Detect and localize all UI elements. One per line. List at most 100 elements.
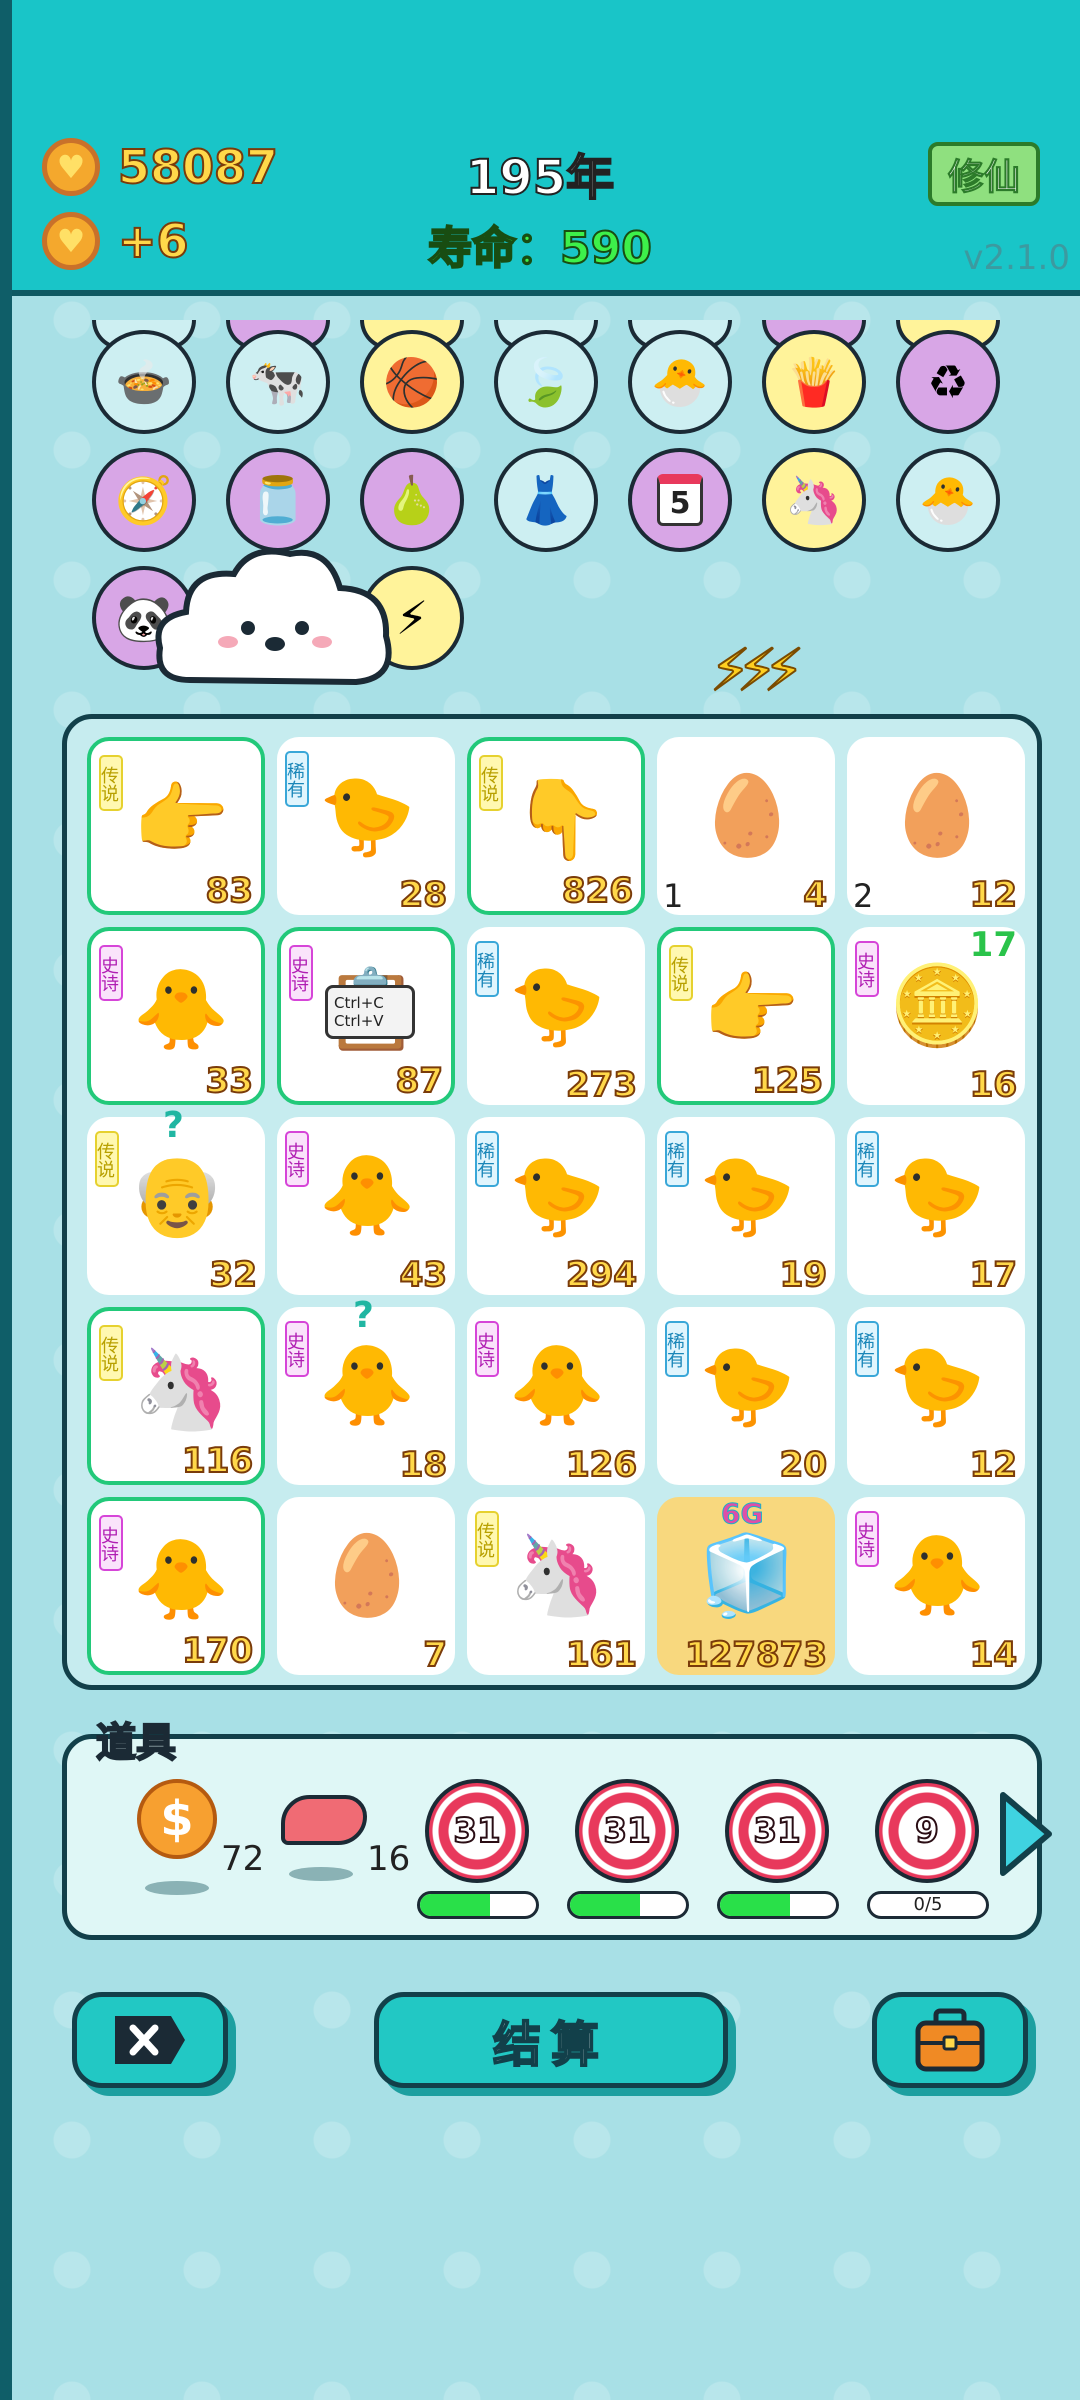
item-count: 161: [565, 1634, 638, 1676]
gray-hair-chick-icon: 🐥: [508, 1340, 606, 1431]
board-cell[interactable]: 🥚 1 4: [657, 737, 835, 916]
board-cell[interactable]: 史诗 🪙 17 16: [847, 925, 1025, 1106]
top-header: ♥ 58087 ♥ +6 195年 寿命：590 修仙 v2.1.0: [12, 0, 1080, 296]
board-cell[interactable]: 传说 👴? 32: [87, 1105, 265, 1296]
item-count: 16: [969, 1064, 1018, 1106]
shadow: [289, 1867, 353, 1881]
close-x-icon: [115, 2016, 185, 2064]
lightning-bolts-icon: ⚡⚡⚡: [709, 635, 805, 705]
item-count: 273: [565, 1064, 638, 1106]
board-cell[interactable]: 传说 🦄 161: [467, 1497, 645, 1676]
question-mark-icon: ?: [163, 1105, 184, 1146]
board-cell[interactable]: 稀有 🐤 273: [467, 927, 645, 1106]
liver-tool-count: 16: [367, 1839, 411, 1879]
board-cell[interactable]: 史诗 🐥 126: [467, 1307, 645, 1486]
board-cell[interactable]: 传说 👇 826: [467, 737, 645, 915]
item-count: 32: [209, 1254, 258, 1296]
target-tool-1[interactable]: 31: [417, 1779, 539, 1929]
fridge-icon: 🧊: [698, 1530, 796, 1621]
board-cell[interactable]: 稀有 🐤 294: [467, 1117, 645, 1296]
coin-tool[interactable]: $ 72: [137, 1779, 264, 1929]
basketballs-icon[interactable]: 🏀: [360, 330, 464, 434]
item-count: 116: [181, 1440, 254, 1482]
item-level: 2: [853, 877, 874, 915]
chick-icon: 🐤: [508, 960, 606, 1051]
board-cell[interactable]: 史诗 🐥 33: [87, 927, 265, 1105]
chick-icon: 🐤: [698, 1150, 796, 1241]
target-tool-3[interactable]: 31: [717, 1779, 839, 1929]
rarity-badge: 传说: [98, 755, 123, 811]
board-cell[interactable]: 🥚 2 12: [847, 737, 1025, 916]
year-display: 195年: [465, 149, 615, 207]
question-mark-icon: ?: [353, 1295, 374, 1336]
settle-button[interactable]: 结算: [374, 1992, 728, 2088]
chick-icon: 🐤: [888, 1150, 986, 1241]
close-button[interactable]: [72, 1992, 228, 2088]
left-frame: [0, 0, 12, 2400]
item-count: 28: [399, 874, 448, 916]
recycle-icon[interactable]: ♻: [896, 330, 1000, 434]
board-cell[interactable]: 史诗 🐥? 18: [277, 1295, 455, 1486]
chick-egg-icon[interactable]: 🐣: [628, 330, 732, 434]
board-cell[interactable]: 稀有 🐤 19: [657, 1117, 835, 1296]
rarity-badge: 传说: [98, 1325, 123, 1381]
chick-egg-icon[interactable]: 🐣: [896, 448, 1000, 552]
gray-hair-chick-icon: 🐥: [132, 1534, 230, 1625]
board-cell[interactable]: 传说 👉 83: [87, 737, 265, 915]
board-cell[interactable]: 稀有 🐤 12: [847, 1307, 1025, 1486]
rarity-badge: 传说: [668, 945, 693, 1001]
liver-tool[interactable]: 16: [281, 1779, 410, 1929]
rarity-badge: 稀有: [664, 1321, 689, 1377]
unicorn-icon[interactable]: 🦄: [762, 448, 866, 552]
board-cell[interactable]: 稀有 🐤 20: [657, 1307, 835, 1486]
duck-pot-icon[interactable]: 🍲: [92, 330, 196, 434]
scroll-right-arrow-icon[interactable]: [997, 1789, 1055, 1879]
briefcase-button[interactable]: [872, 1992, 1028, 2088]
item-count: 7: [422, 1634, 448, 1676]
chick-icon: 🐤: [508, 1150, 606, 1241]
compass-icon[interactable]: 🧭: [92, 448, 196, 552]
fridge-tag: 6G: [720, 1497, 764, 1531]
board-cell[interactable]: 稀有 🐤 17: [847, 1117, 1025, 1296]
board-cell[interactable]: 史诗 🐥 14: [847, 1497, 1025, 1676]
lifespan-display: 寿命：590: [427, 222, 653, 275]
pointing-hand-icon: 👉: [132, 774, 230, 865]
board-cell[interactable]: 史诗📋Ctrl+C Ctrl+V87: [277, 927, 455, 1105]
target-icon: 31: [575, 1779, 679, 1883]
board-cell[interactable]: 🥚 7: [277, 1497, 455, 1676]
twin-cows-icon[interactable]: 🐄: [226, 330, 330, 434]
cultivate-button[interactable]: 修仙: [928, 142, 1040, 206]
target-tool-4[interactable]: 9 0/5: [867, 1779, 989, 1929]
copy-paste-text: Ctrl+C Ctrl+V: [325, 985, 415, 1039]
board-cell[interactable]: 史诗 🐥 43: [277, 1117, 455, 1296]
briefcase-icon: [915, 2008, 985, 2072]
fries-icon[interactable]: 🍟: [762, 330, 866, 434]
gray-hair-chick-basketball-icon: 🐥: [318, 1340, 416, 1431]
pomelo-icon[interactable]: 🍐: [360, 448, 464, 552]
board-cell[interactable]: 🧊 6G 127873: [657, 1497, 835, 1676]
board-cell[interactable]: 史诗 🐥 170: [87, 1497, 265, 1675]
target-progress-bar: [567, 1891, 689, 1919]
rarity-badge: 稀有: [664, 1131, 689, 1187]
item-count: 20: [779, 1444, 828, 1486]
version-label: v2.1.0: [963, 238, 1070, 278]
rarity-badge: 史诗: [288, 945, 313, 1001]
board-cell[interactable]: 传说 🦄 116: [87, 1307, 265, 1485]
item-count: 126: [565, 1444, 638, 1486]
leaf-icon[interactable]: 🍃: [494, 330, 598, 434]
egg-icon: 🥚: [888, 770, 986, 861]
board-cell[interactable]: 稀有 🐤 28: [277, 737, 455, 916]
board-cell[interactable]: 传说 👉 125: [657, 927, 835, 1105]
item-count: 14: [969, 1634, 1018, 1676]
pointing-down-hand-icon: 👇: [512, 774, 610, 865]
gray-hair-chick-icon: 🐥: [318, 1150, 416, 1241]
calendar-icon[interactable]: 5: [628, 448, 732, 552]
egg-icon: 🥚: [318, 1530, 416, 1621]
yogurt-jar-icon[interactable]: 🫙: [226, 448, 330, 552]
tools-label: 道具: [95, 1719, 177, 1767]
skirt-icon[interactable]: 👗: [494, 448, 598, 552]
item-count: 33: [205, 1060, 254, 1102]
item-count: 294: [565, 1254, 638, 1296]
target-tool-2[interactable]: 31: [567, 1779, 689, 1929]
target-progress-bar: 0/5: [867, 1891, 989, 1919]
